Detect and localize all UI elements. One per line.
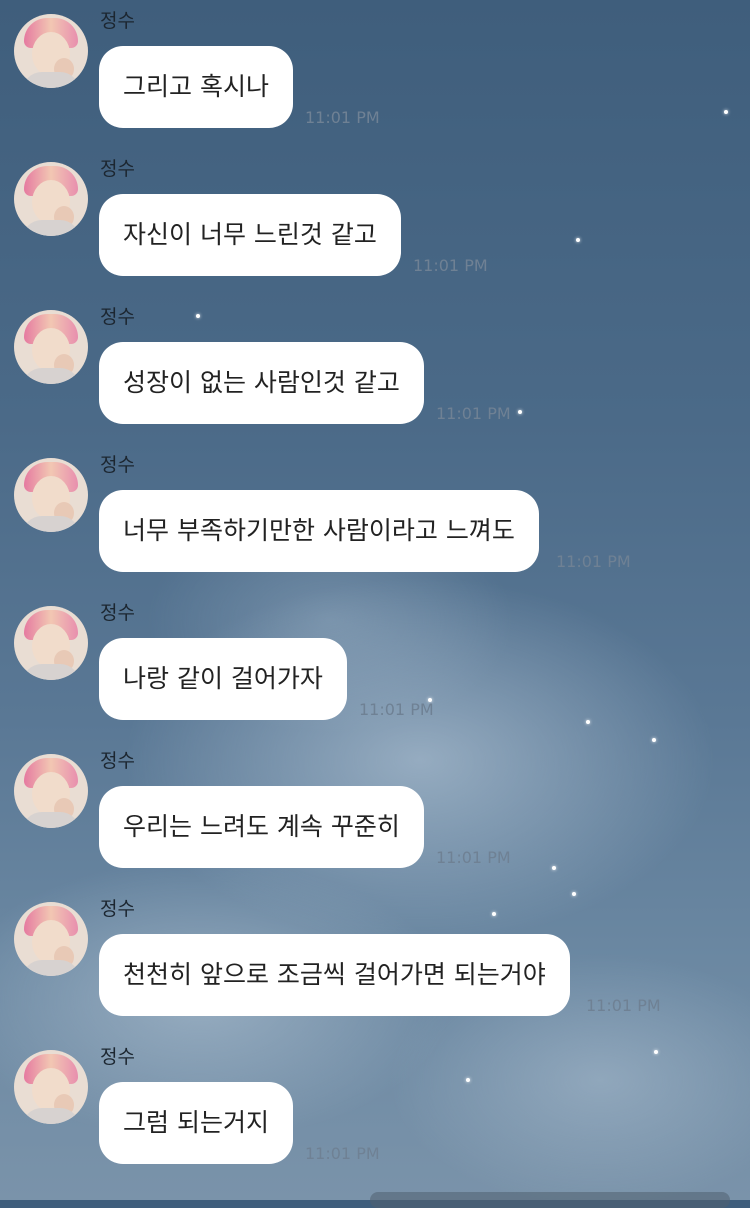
message-timestamp: 11:01 PM (413, 256, 488, 275)
message-bubble[interactable]: 그리고 혹시나 (99, 46, 293, 128)
message-bubble[interactable]: 나랑 같이 걸어가자 (99, 638, 347, 720)
message-timestamp: 11:01 PM (436, 404, 511, 423)
message-bubble[interactable]: 자신이 너무 느린것 같고 (99, 194, 401, 276)
message-bubble[interactable]: 우리는 느려도 계속 꾸준히 (99, 786, 424, 868)
chat-message: 정수 그리고 혹시나 11:01 PM (0, 0, 750, 148)
chat-message: 정수 너무 부족하기만한 사람이라고 느껴도 11:01 PM (0, 444, 750, 592)
sender-avatar[interactable] (14, 754, 88, 828)
message-timestamp: 11:01 PM (586, 996, 661, 1015)
sender-avatar[interactable] (14, 606, 88, 680)
sender-avatar[interactable] (14, 458, 88, 532)
message-bubble[interactable]: 천천히 앞으로 조금씩 걸어가면 되는거야 (99, 934, 570, 1016)
sender-name: 정수 (100, 158, 135, 180)
sender-avatar[interactable] (14, 14, 88, 88)
message-bubble[interactable]: 그럼 되는거지 (99, 1082, 293, 1164)
message-timestamp: 11:01 PM (359, 700, 434, 719)
chat-message: 정수 나랑 같이 걸어가자 11:01 PM (0, 592, 750, 740)
sender-name: 정수 (100, 1046, 135, 1068)
message-timestamp: 11:01 PM (436, 848, 511, 867)
chat-message: 정수 그럼 되는거지 11:01 PM (0, 1036, 750, 1184)
sender-name: 정수 (100, 306, 135, 328)
message-bubble[interactable]: 성장이 없는 사람인것 같고 (99, 342, 424, 424)
message-timestamp: 11:01 PM (305, 108, 380, 127)
chat-message: 정수 천천히 앞으로 조금씩 걸어가면 되는거야 11:01 PM (0, 888, 750, 1036)
message-bubble[interactable]: 너무 부족하기만한 사람이라고 느껴도 (99, 490, 539, 572)
chat-message: 정수 우리는 느려도 계속 꾸준히 11:01 PM (0, 740, 750, 888)
sender-name: 정수 (100, 602, 135, 624)
chat-message: 정수 성장이 없는 사람인것 같고 11:01 PM (0, 296, 750, 444)
sender-avatar[interactable] (14, 1050, 88, 1124)
sender-avatar[interactable] (14, 902, 88, 976)
sender-name: 정수 (100, 750, 135, 772)
sender-avatar[interactable] (14, 162, 88, 236)
scroll-indicator[interactable] (370, 1192, 730, 1208)
sender-avatar[interactable] (14, 310, 88, 384)
sender-name: 정수 (100, 454, 135, 476)
sender-name: 정수 (100, 10, 135, 32)
chat-message: 정수 자신이 너무 느린것 같고 11:01 PM (0, 148, 750, 296)
sender-name: 정수 (100, 898, 135, 920)
message-timestamp: 11:01 PM (305, 1144, 380, 1163)
message-timestamp: 11:01 PM (556, 552, 631, 571)
